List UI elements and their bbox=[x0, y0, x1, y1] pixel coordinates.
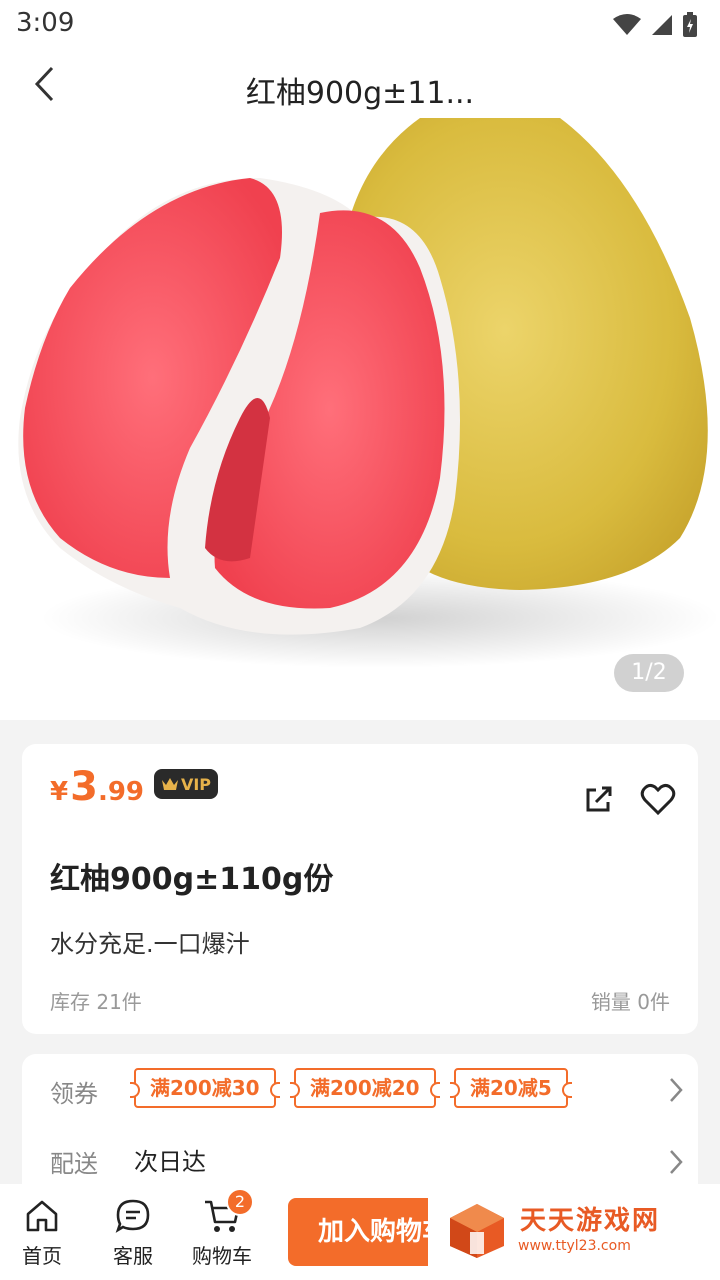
chevron-right-icon[interactable] bbox=[666, 1076, 686, 1104]
vip-label: VIP bbox=[180, 774, 212, 794]
nav-cart[interactable]: 2 购物车 bbox=[182, 1188, 262, 1269]
status-icons bbox=[612, 12, 698, 38]
status-time: 3:09 bbox=[16, 8, 75, 38]
page-header: 红柚900g±11... bbox=[0, 50, 720, 118]
product-description: 水分充足.一口爆汁 bbox=[50, 930, 250, 958]
chevron-right-icon[interactable] bbox=[666, 1148, 686, 1176]
add-to-cart-button[interactable]: 加入购物车 bbox=[288, 1198, 428, 1266]
battery-icon bbox=[683, 12, 697, 37]
watermark-url: www.ttyl23.com bbox=[518, 1238, 631, 1254]
delivery-value: 次日达 bbox=[134, 1148, 206, 1176]
heart-icon[interactable] bbox=[640, 782, 676, 816]
chevron-left-icon bbox=[34, 66, 54, 102]
nav-service[interactable]: 客服 bbox=[93, 1198, 173, 1269]
chat-icon bbox=[115, 1199, 150, 1233]
product-info-card: ¥ 3 .99 VIP 红柚900g±110g份 水分充足.一口爆汁 库存 21… bbox=[22, 744, 698, 1034]
product-name: 红柚900g±110g份 bbox=[50, 862, 334, 897]
nav-home-label: 首页 bbox=[22, 1244, 62, 1268]
share-icon[interactable] bbox=[582, 784, 614, 816]
cube-logo-icon bbox=[450, 1204, 504, 1258]
back-button[interactable] bbox=[22, 62, 66, 106]
nav-home[interactable]: 首页 bbox=[2, 1198, 82, 1269]
home-icon bbox=[26, 1200, 58, 1232]
bottom-action-bar: 首页 客服 2 购物车 加入购物车 天天游戏网 www bbox=[0, 1184, 720, 1280]
watermark-logo: 天天游戏网 www.ttyl23.com bbox=[446, 1198, 706, 1266]
crown-icon bbox=[161, 778, 178, 790]
delivery-label: 配送 bbox=[50, 1150, 98, 1178]
wifi-icon bbox=[613, 14, 641, 35]
product-image-gallery[interactable]: 1/2 bbox=[0, 118, 720, 720]
pomelo-image bbox=[18, 118, 720, 668]
vip-badge: VIP bbox=[154, 769, 218, 799]
promo-card: 领券 满200减30 满200减20 满20减5 配送 次日达 bbox=[22, 1054, 698, 1194]
cart-count-badge: 2 bbox=[226, 1188, 254, 1216]
page-title: 红柚900g±11... bbox=[245, 76, 475, 111]
coupon-tag[interactable]: 满200减30 bbox=[130, 1068, 280, 1108]
coupon-tag[interactable]: 满20减5 bbox=[450, 1068, 572, 1108]
price: ¥ 3 .99 bbox=[50, 764, 144, 810]
nav-service-label: 客服 bbox=[113, 1244, 153, 1268]
currency-symbol: ¥ bbox=[50, 777, 69, 807]
price-integer: 3 bbox=[70, 764, 98, 810]
status-bar: 3:09 bbox=[0, 0, 720, 50]
watermark-name: 天天游戏网 bbox=[520, 1206, 661, 1236]
stock-count: 库存 21件 bbox=[50, 990, 142, 1014]
price-decimal: .99 bbox=[97, 777, 144, 807]
image-counter: 1/2 bbox=[614, 654, 684, 692]
sales-count: 销量 0件 bbox=[590, 990, 670, 1014]
nav-cart-label: 购物车 bbox=[192, 1244, 252, 1268]
signal-icon bbox=[652, 15, 672, 35]
coupon-tag[interactable]: 满200减20 bbox=[290, 1068, 440, 1108]
coupon-label: 领券 bbox=[50, 1080, 98, 1108]
